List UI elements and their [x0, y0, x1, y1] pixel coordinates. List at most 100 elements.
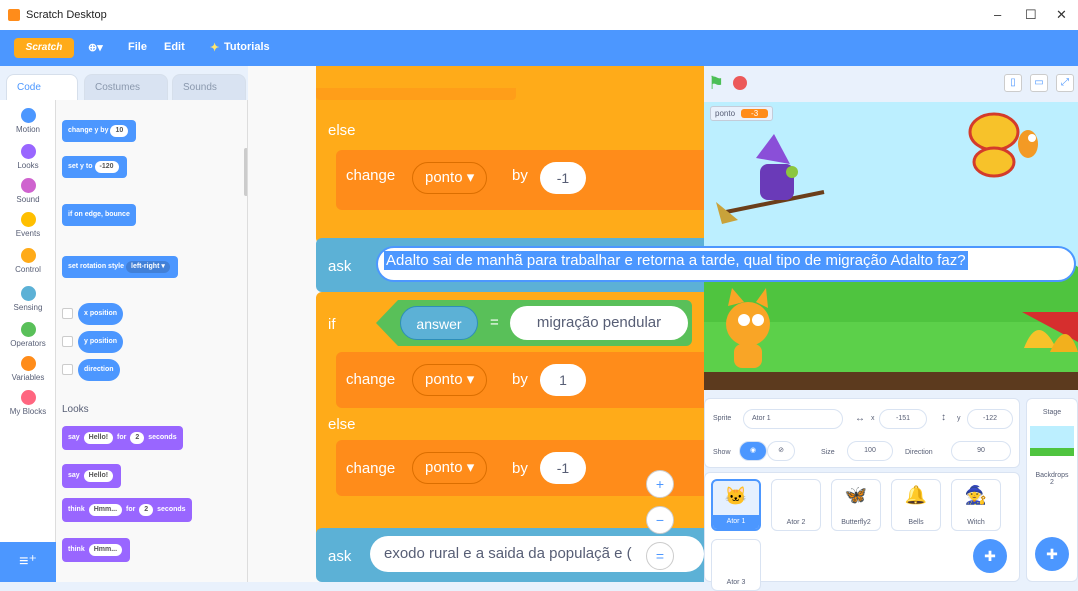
rotation-style-dropdown[interactable]: left-right ▾ [126, 261, 170, 273]
else-label-1: else [328, 122, 356, 139]
say-block[interactable]: say Hello! [62, 464, 122, 488]
backdrops-label: Backdrops [1035, 472, 1069, 479]
looks-heading: Looks [62, 404, 89, 415]
green-flag-icon[interactable]: ⚑ [708, 73, 724, 94]
sprite-tile[interactable]: 🐱 Ator 1 [711, 479, 761, 531]
show-visible-button[interactable]: ◉ [739, 441, 767, 461]
set-y-value[interactable]: -120 [94, 161, 119, 173]
tab-code[interactable]: Code [6, 74, 78, 100]
comparison-value[interactable]: migração pendular [510, 306, 688, 340]
ask-question-1-text: Adalto sai de manhã para trabalhar e ret… [384, 251, 968, 270]
x-position-reporter[interactable]: x position [78, 303, 124, 325]
answer-reporter[interactable]: answer [400, 306, 478, 340]
file-menu[interactable]: File [128, 41, 147, 53]
x-input[interactable]: -151 [879, 409, 927, 429]
ground [704, 372, 1078, 390]
show-hidden-button[interactable]: ⊘ [767, 441, 795, 461]
say-for-block[interactable]: say Hello! for 2 seconds [62, 426, 183, 450]
large-stage-icon[interactable]: ▭ [1030, 74, 1048, 92]
tab-costumes[interactable]: Costumes [84, 74, 168, 100]
block-palette: change y by 10 set y to -120 if on edge, b… [56, 100, 248, 582]
sprite-tile[interactable]: Ator 2 [771, 479, 821, 531]
maximize-button[interactable]: ☐ [1025, 7, 1037, 23]
tab-sounds[interactable]: Sounds [172, 74, 246, 100]
category-my-blocks[interactable]: My Blocks [0, 390, 56, 416]
minimize-button[interactable]: – [994, 7, 1001, 22]
stage-panel-label: Stage [1042, 409, 1062, 416]
stop-icon[interactable] [733, 76, 747, 90]
change-y-block[interactable]: change y by 10 [62, 120, 137, 142]
window-title: Scratch Desktop [26, 9, 107, 21]
category-sensing[interactable]: Sensing [0, 286, 56, 312]
x-position-checkbox[interactable] [62, 308, 73, 319]
zoom-out-button[interactable]: − [646, 506, 674, 534]
bounce-block[interactable]: if on edge, bounce [62, 204, 136, 226]
edit-menu[interactable]: Edit [164, 41, 185, 53]
think-block[interactable]: think Hmm... [62, 538, 131, 562]
backdrop-plus-icon: ✚ [1046, 546, 1058, 562]
direction-checkbox[interactable] [62, 364, 73, 375]
category-looks[interactable]: Looks [0, 144, 56, 170]
close-button[interactable]: ✕ [1056, 7, 1067, 23]
small-stage-icon[interactable]: ▯ [1004, 74, 1022, 92]
costumes-tab-label: Costumes [95, 82, 141, 93]
cat-icon: 🐱 [724, 486, 748, 506]
backdrop-thumbnail [1030, 426, 1074, 456]
category-operators[interactable]: Operators [0, 322, 56, 348]
sprite-tile[interactable]: 🧙 Witch [951, 479, 1001, 531]
y-input[interactable]: -122 [967, 409, 1013, 429]
category-motion[interactable]: Motion [0, 108, 56, 134]
zoom-in-button[interactable]: + [646, 470, 674, 498]
by-label-1: by [512, 167, 528, 184]
extension-icon: ≡⁺ [19, 553, 37, 570]
category-label: Looks [17, 161, 39, 170]
category-events[interactable]: Events [0, 212, 56, 238]
rotation-style-block[interactable]: set rotation style left-right ▾ [62, 256, 178, 278]
add-backdrop-button[interactable]: ✚ [1035, 537, 1069, 571]
app-icon [8, 9, 20, 21]
sprite-label: Sprite [713, 415, 732, 422]
variable-dropdown-1[interactable]: ponto ▾ [412, 162, 488, 194]
code-canvas[interactable]: else change ponto ▾ by -1 ask if answer … [248, 66, 704, 582]
butterfly-icon: 🦋 [844, 485, 868, 505]
ask-question-1[interactable]: Adalto sai de manhã para trabalhar e ret… [376, 246, 1076, 282]
sprite-list: 🐱 Ator 1 Ator 2 🦋 Butterfly2 🔔 Bells 🧙 Witch… [704, 472, 1020, 591]
add-extension-button[interactable]: ≡⁺ [0, 542, 56, 582]
my-blocks-dot-icon [20, 390, 36, 405]
sprite-tile[interactable]: 🦋 Butterfly2 [831, 479, 881, 531]
direction-reporter[interactable]: direction [78, 359, 120, 381]
size-input[interactable]: 100 [847, 441, 893, 461]
language-menu[interactable]: ⊕▾ [88, 41, 103, 54]
sprite-tile[interactable]: Ator 3 [711, 539, 761, 591]
variable-dropdown-3[interactable]: ponto ▾ [412, 452, 488, 484]
nested-block-top [316, 88, 516, 100]
sprite-name-input[interactable]: Ator 1 [743, 409, 843, 429]
y-position-checkbox[interactable] [62, 336, 73, 347]
ask-question-2-text: exodo rural e a saida da populaçã [384, 545, 610, 562]
variable-dropdown-2[interactable]: ponto ▾ [412, 364, 488, 396]
category-control[interactable]: Control [0, 248, 56, 274]
sprite-name: Bells [908, 519, 924, 526]
y-position-reporter[interactable]: y position [78, 331, 124, 353]
fullscreen-icon[interactable]: ⤢ [1056, 74, 1074, 92]
think-for-block[interactable]: think Hmm... for 2 seconds [62, 498, 192, 522]
direction-label: Direction [905, 449, 933, 456]
category-sound[interactable]: Sound [0, 178, 56, 204]
ask-label-1: ask [328, 258, 352, 275]
direction-input[interactable]: 90 [951, 441, 1011, 461]
change-value-1[interactable]: -1 [540, 162, 586, 194]
tutorials-menu[interactable]: Tutorials [224, 41, 270, 53]
change-value-3[interactable]: -1 [540, 452, 586, 484]
change-label-3: change [346, 460, 396, 477]
change-value-2[interactable]: 1 [540, 364, 586, 396]
sprite-tile[interactable]: 🔔 Bells [891, 479, 941, 531]
zoom-reset-button[interactable]: = [646, 542, 674, 570]
stage-panel[interactable]: Stage Backdrops 2 ✚ [1026, 398, 1078, 582]
category-variables[interactable]: Variables [0, 356, 56, 382]
category-label: Variables [11, 373, 45, 382]
add-sprite-button[interactable]: ✚ [973, 539, 1007, 573]
change-y-value[interactable]: 10 [110, 125, 129, 137]
scratch-logo[interactable]: Scratch [14, 38, 74, 58]
equals-label: = [490, 314, 499, 331]
set-y-block[interactable]: set y to -120 [62, 156, 127, 178]
